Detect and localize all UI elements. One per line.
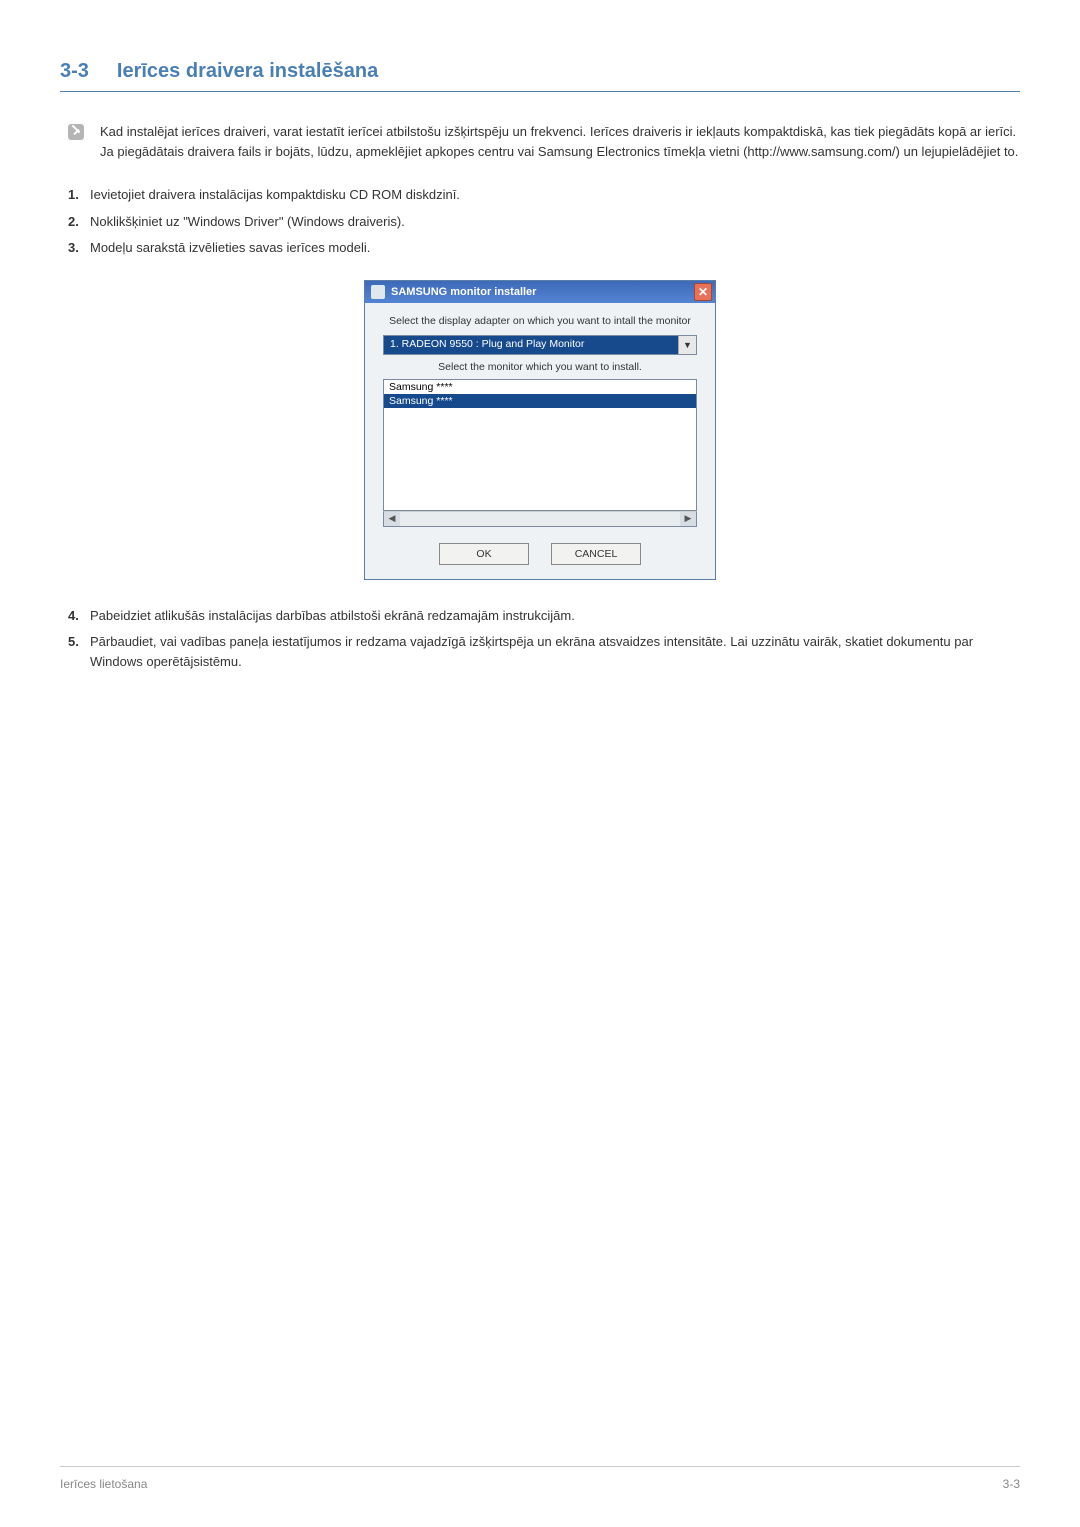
list-item: 2. Noklikšķiniet uz "Windows Driver" (Wi… bbox=[68, 212, 1020, 232]
list-item: 3. Modeļu sarakstā izvēlieties savas ier… bbox=[68, 238, 1020, 258]
step-text: Pabeidziet atlikušās instalācijas darbīb… bbox=[90, 608, 575, 623]
step-number: 1. bbox=[68, 185, 79, 205]
close-button[interactable]: ✕ bbox=[694, 283, 712, 301]
list-item[interactable]: Samsung **** bbox=[384, 394, 696, 408]
step-number: 2. bbox=[68, 212, 79, 232]
cancel-button[interactable]: CANCEL bbox=[551, 543, 641, 565]
monitor-label: Select the monitor which you want to ins… bbox=[383, 361, 697, 373]
close-icon: ✕ bbox=[698, 285, 708, 299]
step-text: Pārbaudiet, vai vadības paneļa iestatīju… bbox=[90, 634, 973, 669]
section-number: 3-3 bbox=[60, 60, 89, 83]
section-header: 3-3 Ierīces draivera instalēšana bbox=[60, 60, 1020, 92]
step-number: 5. bbox=[68, 632, 79, 652]
step-number: 3. bbox=[68, 238, 79, 258]
scroll-right-icon[interactable]: ▶ bbox=[680, 512, 696, 526]
step-number: 4. bbox=[68, 606, 79, 626]
step-list-b: 4. Pabeidziet atlikušās instalācijas dar… bbox=[68, 606, 1020, 672]
installer-title-text: SAMSUNG monitor installer bbox=[391, 286, 536, 298]
step-text: Modeļu sarakstā izvēlieties savas ierīce… bbox=[90, 240, 370, 255]
info-icon bbox=[68, 124, 84, 140]
installer-window: SAMSUNG monitor installer ✕ Select the d… bbox=[364, 280, 716, 580]
list-item: 5. Pārbaudiet, vai vadības paneļa iestat… bbox=[68, 632, 1020, 671]
list-item: 1. Ievietojiet draivera instalācijas kom… bbox=[68, 185, 1020, 205]
installer-titlebar[interactable]: SAMSUNG monitor installer ✕ bbox=[365, 281, 715, 303]
chevron-down-icon[interactable]: ▼ bbox=[678, 336, 696, 354]
installer-screenshot: SAMSUNG monitor installer ✕ Select the d… bbox=[60, 280, 1020, 580]
installer-body: Select the display adapter on which you … bbox=[365, 303, 715, 579]
page-footer: Ierīces lietošana 3-3 bbox=[60, 1466, 1020, 1491]
section-title: Ierīces draivera instalēšana bbox=[117, 60, 378, 83]
installer-title: SAMSUNG monitor installer bbox=[371, 285, 536, 299]
button-row: OK CANCEL bbox=[383, 543, 697, 565]
horizontal-scrollbar[interactable]: ◀ ▶ bbox=[383, 511, 697, 527]
adapter-label: Select the display adapter on which you … bbox=[383, 315, 697, 327]
footer-left: Ierīces lietošana bbox=[60, 1477, 147, 1491]
adapter-dropdown[interactable]: 1. RADEON 9550 : Plug and Play Monitor ▼ bbox=[383, 335, 697, 355]
info-block: Kad instalējat ierīces draiveri, varat i… bbox=[68, 122, 1020, 161]
app-icon bbox=[371, 285, 385, 299]
footer-right: 3-3 bbox=[1003, 1477, 1020, 1491]
dropdown-value: 1. RADEON 9550 : Plug and Play Monitor bbox=[384, 336, 678, 354]
step-text: Ievietojiet draivera instalācijas kompak… bbox=[90, 187, 460, 202]
list-item[interactable]: Samsung **** bbox=[384, 380, 696, 394]
step-list-a: 1. Ievietojiet draivera instalācijas kom… bbox=[68, 185, 1020, 258]
list-item: 4. Pabeidziet atlikušās instalācijas dar… bbox=[68, 606, 1020, 626]
scroll-left-icon[interactable]: ◀ bbox=[384, 512, 400, 526]
ok-button[interactable]: OK bbox=[439, 543, 529, 565]
info-text: Kad instalējat ierīces draiveri, varat i… bbox=[100, 122, 1020, 161]
step-text: Noklikšķiniet uz "Windows Driver" (Windo… bbox=[90, 214, 405, 229]
scroll-track[interactable] bbox=[400, 512, 680, 526]
monitor-listbox[interactable]: Samsung **** Samsung **** bbox=[383, 379, 697, 511]
